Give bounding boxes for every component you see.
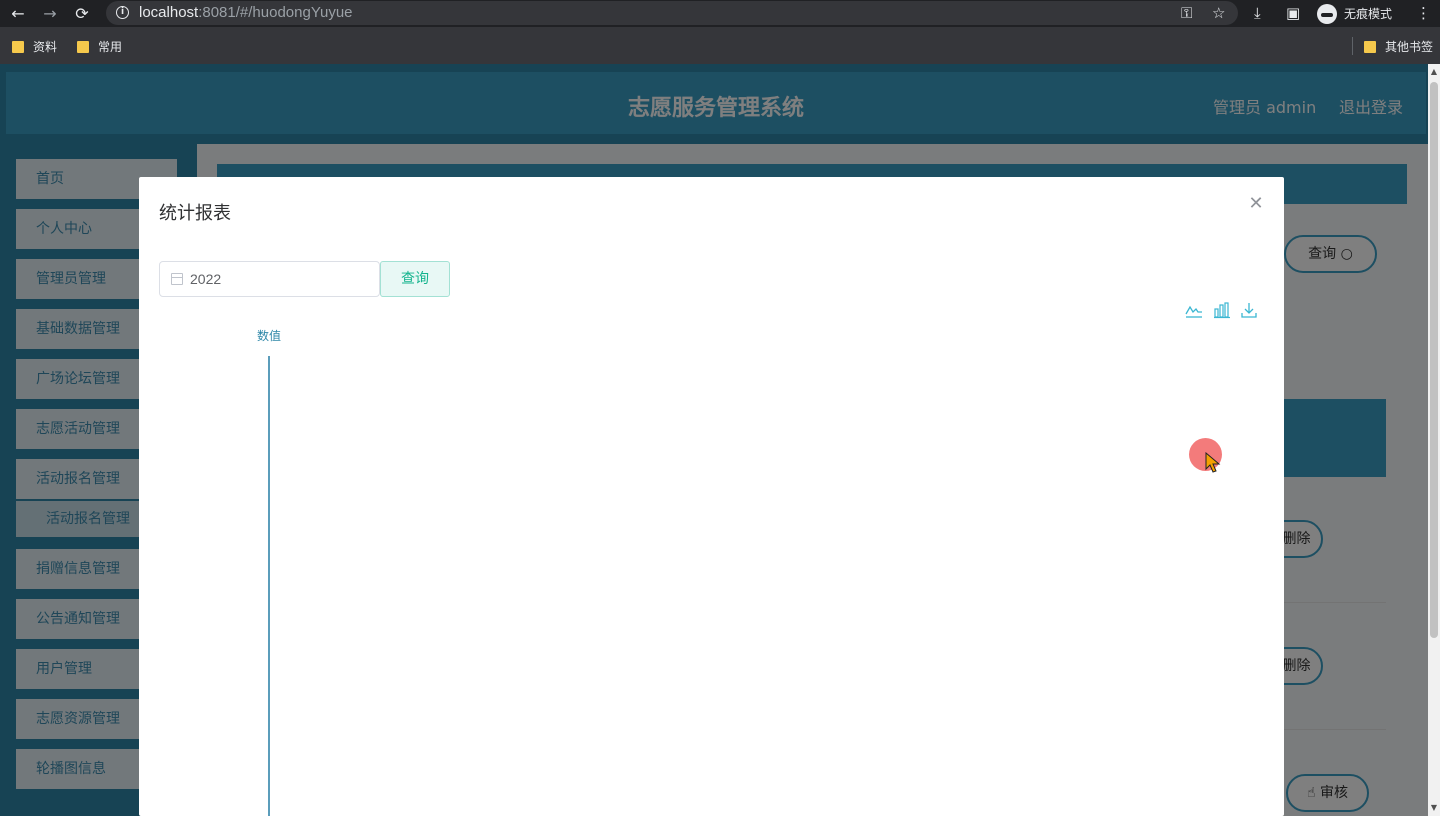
bookmark-label: 常用 — [98, 40, 123, 54]
query-button[interactable]: 查询 — [380, 261, 450, 297]
url-path: :8081/#/huodongYuyue — [198, 4, 353, 21]
bookmark-folder[interactable]: 常用 — [77, 38, 122, 55]
reload-icon[interactable]: ⟳ — [72, 4, 92, 24]
incognito-icon — [1317, 3, 1337, 24]
scrollbar-thumb[interactable] — [1430, 82, 1438, 638]
bookmark-separator — [1352, 37, 1353, 55]
star-icon[interactable]: ☆ — [1212, 4, 1225, 22]
bookmarks-bar: 资料 常用 其他书签 — [0, 27, 1440, 64]
incognito-badge[interactable]: 无痕模式 — [1313, 2, 1404, 25]
bookmark-label: 其他书签 — [1385, 40, 1434, 54]
statistics-dialog: 统计报表 ✕ 2022 查询 数值 — [139, 177, 1284, 816]
forward-icon[interactable]: → — [40, 4, 60, 24]
bookmark-label: 资料 — [33, 40, 58, 54]
year-value: 2022 — [190, 271, 222, 287]
key-icon[interactable]: ⚿ — [1181, 4, 1192, 22]
sidepanel-icon[interactable]: ▣ — [1286, 4, 1300, 22]
address-bar[interactable]: i localhost:8081/#/huodongYuyue ⚿ ☆ — [106, 1, 1238, 25]
calendar-icon — [171, 273, 183, 285]
chart-y-axis-line — [268, 356, 270, 816]
bookmark-folder[interactable]: 资料 — [12, 38, 57, 55]
back-icon[interactable]: ← — [8, 4, 28, 24]
chart-y-axis-label: 数值 — [257, 329, 282, 343]
line-chart-icon[interactable] — [1185, 301, 1203, 319]
close-icon[interactable]: ✕ — [1247, 195, 1265, 213]
scroll-down-icon[interactable]: ▼ — [1430, 804, 1438, 812]
year-picker[interactable]: 2022 — [159, 261, 380, 297]
other-bookmarks[interactable]: 其他书签 — [1364, 38, 1433, 55]
menu-icon[interactable]: ⋮ — [1416, 4, 1431, 22]
folder-icon — [12, 40, 24, 53]
scroll-up-icon[interactable]: ▲ — [1430, 68, 1438, 76]
info-icon[interactable]: i — [116, 6, 129, 19]
mouse-pointer-icon — [1205, 452, 1221, 473]
url-host: localhost — [139, 4, 199, 21]
download-icon[interactable]: ⤓ — [1254, 4, 1261, 22]
download-image-icon[interactable] — [1240, 301, 1258, 319]
folder-icon — [1364, 40, 1376, 53]
bar-chart-icon[interactable] — [1213, 301, 1231, 319]
page-scrollbar[interactable]: ▲ ▼ — [1428, 64, 1440, 816]
incognito-label: 无痕模式 — [1344, 7, 1393, 21]
url-text: localhost:8081/#/huodongYuyue — [139, 4, 353, 21]
browser-toolbar: ← → ⟳ i localhost:8081/#/huodongYuyue ⚿ … — [0, 0, 1440, 27]
dialog-title: 统计报表 — [159, 203, 231, 224]
folder-icon — [77, 40, 89, 53]
